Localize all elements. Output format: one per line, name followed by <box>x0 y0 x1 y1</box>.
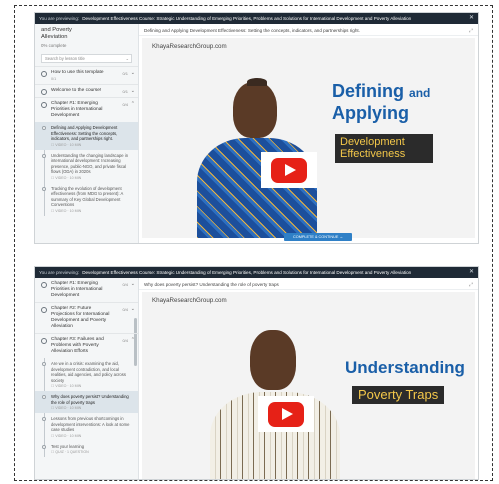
video-player[interactable]: KhayaResearchGroup.com Understanding Pov… <box>142 292 475 479</box>
lesson-content: Why does poverty persist? Understanding … <box>139 278 478 479</box>
close-icon[interactable]: ✕ <box>469 267 474 278</box>
sidebar-course-title: and Poverty Alleviation <box>41 27 72 40</box>
lesson-item-active[interactable]: Why does poverty persist? Understanding … <box>35 391 138 413</box>
sidebar-item-chapter-2[interactable]: Chapter #2: Future Projections for Inter… <box>35 302 138 333</box>
progress-circle-icon <box>41 307 47 313</box>
lesson-title: Defining and Applying Development Effect… <box>144 28 360 33</box>
course-title: Development Effectiveness Course: Strate… <box>82 16 412 21</box>
course-sidebar: and Poverty Alleviation 0% complete Sear… <box>35 24 139 243</box>
progress-circle-icon <box>41 71 47 77</box>
chevron-down-icon: ⌄ <box>130 306 135 312</box>
complete-and-continue-button[interactable]: COMPLETE & CONTINUE → <box>284 233 353 241</box>
course-player-screenshot-1: You are previewing: Development Effectiv… <box>34 12 479 244</box>
video-subtitle-box: Development Effectiveness <box>335 134 433 164</box>
video-subtitle-box: Poverty Traps <box>352 386 445 404</box>
video-player[interactable]: KhayaResearchGroup.com Defining and Appl… <box>142 38 475 238</box>
expand-icon[interactable]: ⤢ <box>469 282 473 288</box>
preview-prefix: You are previewing: <box>39 16 80 21</box>
play-button[interactable] <box>258 396 314 432</box>
site-watermark: KhayaResearchGroup.com <box>152 43 227 50</box>
chevron-up-icon: ⌃ <box>130 337 135 343</box>
sidebar-item-welcome[interactable]: Welcome to the course! 0/1 ⌄ <box>35 84 138 97</box>
video-headline: Defining and <box>332 81 431 101</box>
lesson-status-icon <box>42 444 46 449</box>
progress-text: 0% complete <box>41 43 67 48</box>
lesson-item-quiz[interactable]: Test your learning ☐ QUIZ · 1 QUESTION <box>35 441 138 458</box>
site-watermark: KhayaResearchGroup.com <box>152 297 227 304</box>
course-player-screenshot-2: You are previewing: Development Effectiv… <box>34 266 479 480</box>
course-title: Development Effectiveness Course: Strate… <box>82 270 412 275</box>
lesson-item[interactable]: Understanding the changing landscape in … <box>35 150 138 183</box>
lesson-status-icon <box>42 417 46 421</box>
preview-topbar: You are previewing: Development Effectiv… <box>35 267 478 278</box>
chevron-down-icon: ⌄ <box>130 70 135 76</box>
progress-circle-icon <box>41 102 47 108</box>
chevron-down-icon: ⌄ <box>130 281 135 287</box>
lesson-item-active[interactable]: Defining and Applying Development Effect… <box>35 122 138 150</box>
sidebar-item-chapter-1[interactable]: Chapter #1: Emerging Priorities in Inter… <box>35 97 138 122</box>
lesson-status-icon <box>42 362 46 366</box>
lesson-status-icon <box>42 153 46 158</box>
video-headline: Understanding <box>345 358 465 377</box>
sidebar-item-how-to-use[interactable]: How to use this template 0/1 0/1 ⌄ <box>35 66 138 84</box>
lesson-status-icon <box>42 126 46 130</box>
preview-prefix: You are previewing: <box>39 270 80 275</box>
chevron-up-icon: ⌃ <box>130 101 135 107</box>
lesson-status-icon <box>42 186 46 191</box>
preview-topbar: You are previewing: Development Effectiv… <box>35 13 478 24</box>
lesson-item[interactable]: Are we in a crisis: examining the aid, d… <box>35 358 138 391</box>
play-button[interactable] <box>261 152 317 188</box>
lesson-search-input[interactable]: Search by lesson title ⌄ <box>41 54 132 63</box>
sidebar-item-chapter-3[interactable]: Chapter #3: Failures and Problems with P… <box>35 333 138 358</box>
lesson-status-icon <box>42 395 46 399</box>
lesson-content: Defining and Applying Development Effect… <box>139 24 478 243</box>
lesson-title-bar: Why does poverty persist? Understanding … <box>139 278 478 290</box>
video-headline-line2: Applying <box>332 103 409 123</box>
expand-icon[interactable]: ⤢ <box>469 28 473 34</box>
lesson-item[interactable]: Tracking the evolution of development ef… <box>35 183 138 216</box>
chevron-down-icon: ⌄ <box>125 56 129 61</box>
course-sidebar: Chapter #1: Emerging Priorities in Inter… <box>35 278 139 479</box>
progress-circle-icon <box>41 89 47 95</box>
close-icon[interactable]: ✕ <box>469 13 474 24</box>
lesson-item[interactable]: Lessons from previous shortcomings in de… <box>35 413 138 441</box>
lesson-title-bar: Defining and Applying Development Effect… <box>139 24 478 36</box>
progress-circle-icon <box>41 282 47 288</box>
progress-circle-icon <box>41 338 47 344</box>
chevron-down-icon: ⌄ <box>130 88 135 94</box>
lesson-title: Why does poverty persist? Understanding … <box>144 282 279 287</box>
sidebar-item-chapter-1[interactable]: Chapter #1: Emerging Priorities in Inter… <box>35 278 138 302</box>
